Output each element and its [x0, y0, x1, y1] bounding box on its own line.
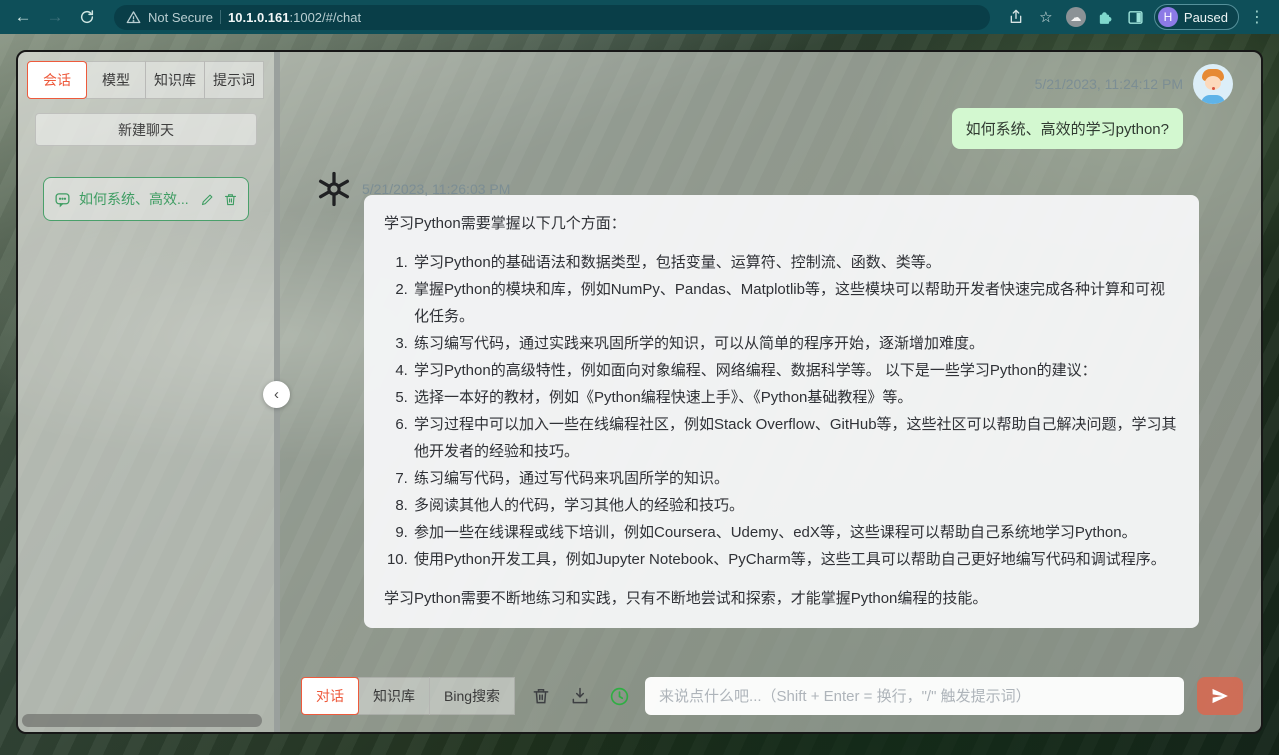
assistant-list-item: 学习Python的基础语法和数据类型，包括变量、运算符、控制流、函数、类等。 — [412, 249, 1179, 276]
clear-trash-icon[interactable] — [528, 683, 554, 709]
footer-tab[interactable]: Bing搜索 — [429, 677, 515, 715]
assistant-list-item: 多阅读其他人的代码，学习其他人的经验和技巧。 — [412, 492, 1179, 519]
bookmark-star-icon[interactable]: ☆ — [1034, 5, 1058, 29]
sidebar-tab[interactable]: 知识库 — [145, 61, 205, 99]
url-path: :1002/#/chat — [290, 10, 362, 25]
warning-icon — [126, 10, 141, 25]
cloud-extension-icon[interactable]: ☁ — [1064, 5, 1088, 29]
sidebar-tab[interactable]: 提示词 — [204, 61, 264, 99]
assistant-list-item: 练习编写代码，通过实践来巩固所学的知识，可以从简单的程序开始，逐渐增加难度。 — [412, 330, 1179, 357]
assistant-message: 5/21/2023, 11:26:03 PM 学习Python需要掌握以下几个方… — [302, 171, 1233, 628]
chat-footer: 对话 知识库 Bing搜索 — [280, 677, 1261, 732]
message-input[interactable] — [645, 677, 1184, 715]
assistant-list-item: 掌握Python的模块和库，例如NumPy、Pandas、Matplotlib等… — [412, 276, 1179, 330]
assistant-list-item: 学习过程中可以加入一些在线编程社区，例如Stack Overflow、GitHu… — [412, 411, 1179, 465]
sidebar-tab[interactable]: 会话 — [27, 61, 87, 99]
assistant-message-bubble: 学习Python需要掌握以下几个方面： 学习Python的基础语法和数据类型，包… — [364, 195, 1199, 628]
browser-profile-button[interactable]: H Paused — [1154, 4, 1239, 30]
conversation-title: 如何系统、高效... — [79, 189, 192, 209]
forward-icon[interactable]: → — [42, 4, 68, 30]
reload-icon[interactable] — [74, 4, 100, 30]
delete-icon[interactable] — [223, 192, 238, 207]
history-clock-icon[interactable] — [606, 683, 632, 709]
sidebar-tabs: 会话 模型 知识库 提示词 — [28, 61, 264, 99]
footer-tab[interactable]: 知识库 — [358, 677, 430, 715]
sidebar-horizontal-scrollbar[interactable] — [22, 714, 262, 727]
user-message: 5/21/2023, 11:24:12 PM 如何系统、高效的学习python? — [302, 64, 1233, 149]
chat-panel: 5/21/2023, 11:24:12 PM 如何系统、高效的学习python? — [280, 52, 1261, 732]
side-panel-icon[interactable] — [1124, 5, 1148, 29]
footer-tab[interactable]: 对话 — [301, 677, 359, 715]
back-icon[interactable]: ← — [10, 4, 36, 30]
sidebar-collapse-button[interactable]: ‹ — [263, 381, 290, 408]
assistant-list-item: 参加一些在线课程或线下培训，例如Coursera、Udemy、edX等，这些课程… — [412, 519, 1179, 546]
edit-icon[interactable] — [200, 192, 215, 207]
browser-toolbar: ← → Not Secure 10.1.0.161:1002/#/chat ☆ … — [0, 0, 1279, 34]
user-message-bubble: 如何系统、高效的学习python? — [952, 108, 1183, 149]
address-bar[interactable]: Not Secure 10.1.0.161:1002/#/chat — [114, 5, 990, 30]
user-message-timestamp: 5/21/2023, 11:24:12 PM — [1035, 76, 1183, 92]
security-label: Not Secure — [148, 10, 213, 25]
assistant-list: 学习Python的基础语法和数据类型，包括变量、运算符、控制流、函数、类等。掌握… — [384, 249, 1179, 573]
send-plane-icon — [1210, 686, 1230, 706]
browser-menu-icon[interactable]: ⋮ — [1245, 5, 1269, 29]
assistant-outro: 学习Python需要不断地练习和实践，只有不断地尝试和探索，才能掌握Python… — [384, 585, 1179, 612]
sidebar-tab[interactable]: 模型 — [86, 61, 146, 99]
openai-logo-icon — [316, 171, 352, 207]
message-list: 5/21/2023, 11:24:12 PM 如何系统、高效的学习python? — [280, 52, 1261, 677]
url-separator — [220, 10, 221, 24]
url-host: 10.1.0.161:1002/#/chat — [228, 10, 361, 25]
conversation-list-item[interactable]: 如何系统、高效... — [43, 177, 249, 221]
assistant-list-item: 学习Python的高级特性，例如面向对象编程、网络编程、数据科学等。 以下是一些… — [412, 357, 1179, 384]
chat-bubble-icon — [54, 191, 71, 208]
new-chat-button[interactable]: 新建聊天 — [35, 113, 257, 146]
profile-status-label: Paused — [1184, 10, 1228, 25]
send-button[interactable] — [1197, 677, 1243, 715]
assistant-list-item: 使用Python开发工具，例如Jupyter Notebook、PyCharm等… — [412, 546, 1179, 573]
assistant-list-item: 选择一本好的教材，例如《Python编程快速上手》、《Python基础教程》等。 — [412, 384, 1179, 411]
footer-tabs: 对话 知识库 Bing搜索 — [302, 677, 515, 715]
download-icon[interactable] — [567, 683, 593, 709]
leaf-background: 会话 模型 知识库 提示词 新建聊天 如何系统、高效... — [0, 34, 1279, 755]
sidebar: 会话 模型 知识库 提示词 新建聊天 如何系统、高效... — [18, 52, 274, 732]
app-window: 会话 模型 知识库 提示词 新建聊天 如何系统、高效... — [16, 50, 1263, 734]
extensions-puzzle-icon[interactable] — [1094, 5, 1118, 29]
profile-avatar: H — [1158, 7, 1178, 27]
share-icon[interactable] — [1004, 5, 1028, 29]
user-avatar — [1193, 64, 1233, 104]
assistant-list-item: 练习编写代码，通过写代码来巩固所学的知识。 — [412, 465, 1179, 492]
assistant-message-timestamp: 5/21/2023, 11:26:03 PM — [362, 181, 510, 197]
assistant-intro: 学习Python需要掌握以下几个方面： — [384, 210, 1179, 237]
